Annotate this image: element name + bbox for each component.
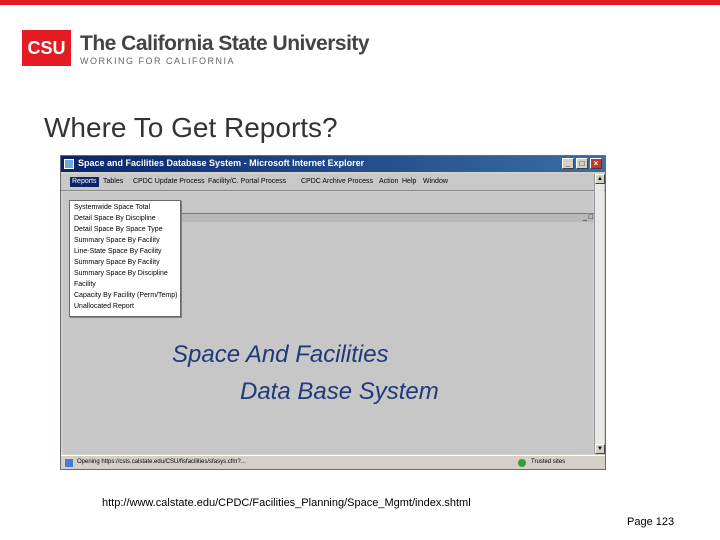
browser-window-title: Space and Facilities Database System - M… [78, 158, 365, 168]
csu-logo: CSU [22, 30, 71, 66]
top-red-stripe [0, 0, 720, 5]
menu-cpdc-update[interactable]: CPDC Update Process [133, 178, 205, 185]
menu-facility-portal[interactable]: Facility/C. Portal Process [208, 178, 286, 185]
browser-statusbar: Opening https://csts.calstate.edu/CSU/fl… [61, 455, 605, 469]
report-menu-item[interactable]: Detail Space By Discipline [74, 215, 156, 222]
browser-window-screenshot: Space and Facilities Database System - M… [60, 155, 606, 470]
report-menu-item[interactable]: Summary Space By Facility [74, 259, 160, 266]
app-heading-line2: Data Base System [240, 378, 439, 405]
menu-action[interactable]: Action [379, 178, 398, 185]
minimize-icon[interactable]: _ [562, 158, 574, 169]
report-menu-item[interactable]: Line-State Space By Facility [74, 248, 162, 255]
app-heading-line1: Space And Facilities [172, 341, 389, 368]
reference-url[interactable]: http://www.calstate.edu/CPDC/Facilities_… [102, 497, 471, 509]
trusted-zone-icon [518, 459, 526, 467]
report-menu-item[interactable]: Summary Space By Discipline [74, 270, 168, 277]
reports-dropdown-menu: Systemwide Space Total Detail Space By D… [69, 200, 181, 317]
menu-cpdc-archive[interactable]: CPDC Archive Process [301, 178, 373, 185]
close-icon[interactable]: × [590, 158, 602, 169]
maximize-icon[interactable]: □ [576, 158, 588, 169]
logo-abbreviation: CSU [27, 37, 66, 58]
menu-help[interactable]: Help [402, 178, 416, 185]
report-menu-item[interactable]: Capacity By Facility (Perm/Temp) [74, 292, 177, 299]
mdi-child-titlebar: _ □ × [177, 213, 601, 222]
menu-reports[interactable]: Reports [70, 177, 99, 187]
browser-titlebar: Space and Facilities Database System - M… [61, 156, 605, 172]
app-menubar: Reports Tables CPDC Update Process Facil… [61, 174, 605, 191]
slide-title: Where To Get Reports? [44, 112, 338, 143]
report-menu-item[interactable]: Facility [74, 281, 96, 288]
page-number: Page 123 [627, 516, 675, 528]
report-menu-item[interactable]: Summary Space By Facility [74, 237, 160, 244]
page-loading-icon [65, 459, 73, 467]
ie-app-icon [64, 159, 74, 169]
scroll-down-icon[interactable]: ▼ [595, 444, 605, 454]
scroll-up-icon[interactable]: ▲ [595, 174, 605, 184]
report-menu-item[interactable]: Detail Space By Space Type [74, 226, 163, 233]
logo-university-name: The California State University [80, 32, 370, 55]
menu-window[interactable]: Window [423, 178, 448, 185]
vertical-scrollbar[interactable]: ▲ ▼ [594, 174, 605, 454]
report-menu-item[interactable]: Systemwide Space Total [74, 204, 150, 211]
security-zone-label: Trusted sites [531, 459, 566, 465]
menu-tables[interactable]: Tables [103, 178, 123, 185]
status-text: Opening https://csts.calstate.edu/CSU/fl… [77, 459, 246, 465]
report-menu-item[interactable]: Unallocated Report [74, 303, 134, 310]
logo-tagline: WORKING FOR CALIFORNIA [80, 56, 236, 66]
